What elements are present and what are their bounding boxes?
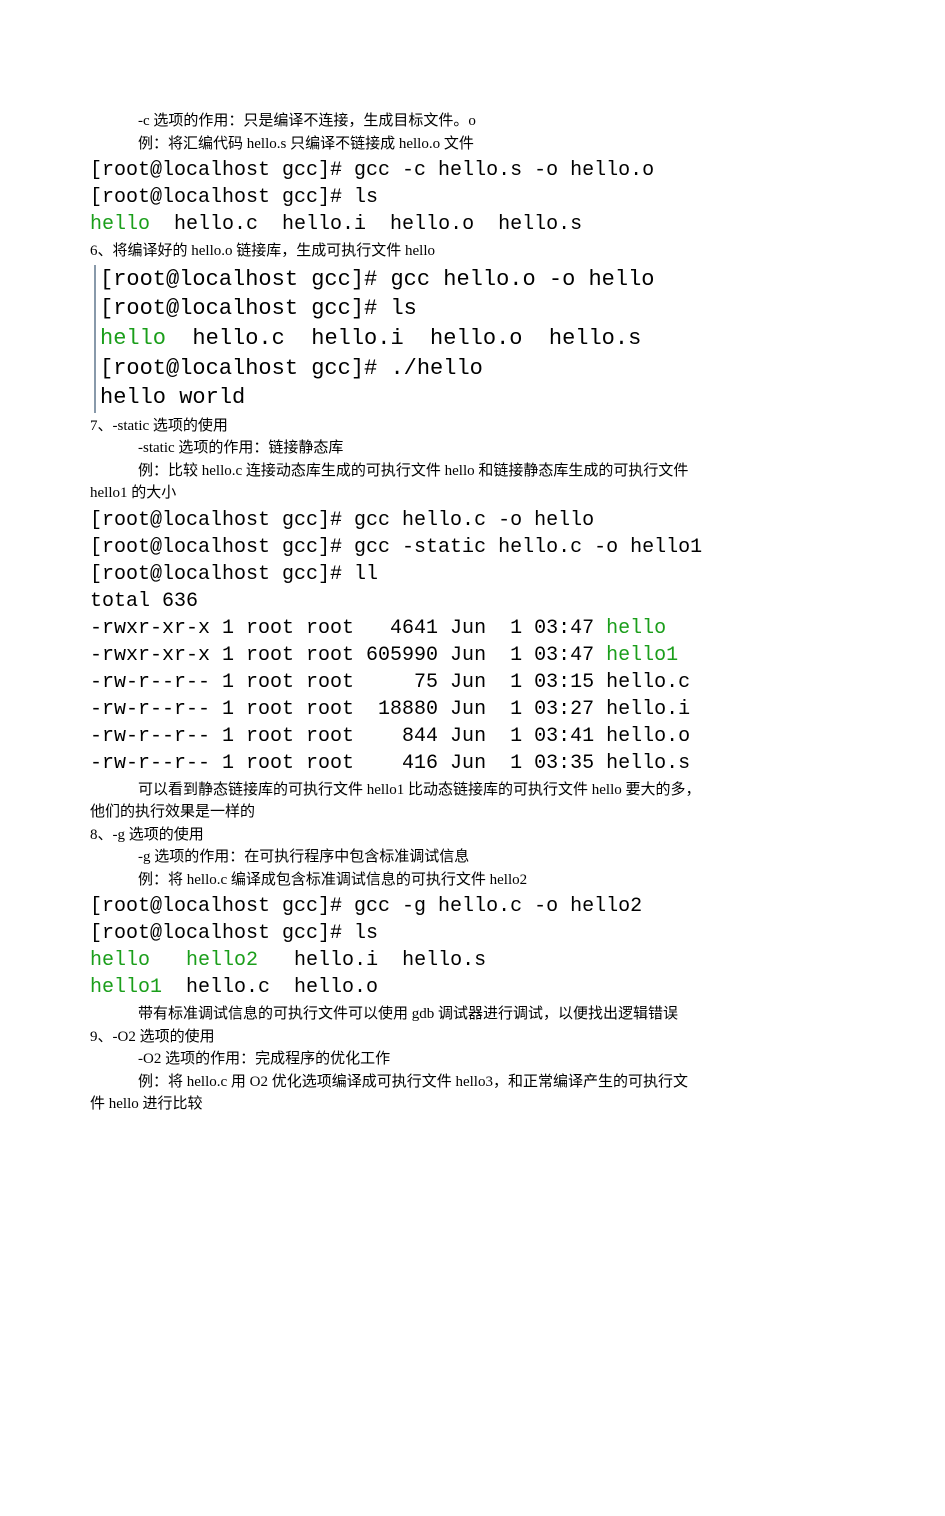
sec8-note: 带有标准调试信息的可执行文件可以使用 gdb 调试器进行调试，以便找出逻辑错误 (90, 1003, 855, 1026)
sec7-title: 7、-static 选项的使用 (90, 415, 855, 438)
sec6-title: 6、将编译好的 hello.o 链接库，生成可执行文件 hello (90, 240, 855, 263)
term-line: [root@localhost gcc]# gcc hello.c -o hel… (90, 509, 594, 532)
sec7-example-l1: 例：比较 hello.c 连接动态库生成的可执行文件 hello 和链接静态库生… (90, 460, 855, 483)
sec9-example-l2: 件 hello 进行比较 (90, 1093, 855, 1116)
file-hello: hello (90, 949, 150, 972)
term-line: [root@localhost gcc]# ./hello (100, 356, 483, 381)
term-line: [root@localhost gcc]# gcc -static hello.… (90, 536, 702, 559)
sec9-desc: -O2 选项的作用：完成程序的优化工作 (90, 1048, 855, 1071)
sec7-desc: -static 选项的作用：链接静态库 (90, 437, 855, 460)
ll-row: -rw-r--r-- 1 root root 416 Jun 1 03:35 h… (90, 752, 690, 775)
term-line: [root@localhost gcc]# ls (100, 296, 417, 321)
file-hello1: hello1 (90, 976, 162, 999)
term-line: [root@localhost gcc]# gcc -g hello.c -o … (90, 895, 642, 918)
ll-row: -rwxr-xr-x 1 root root 4641 Jun 1 03:47 (90, 617, 606, 640)
sec7-note-l2: 他们的执行效果是一样的 (90, 801, 855, 824)
file-hello2: hello2 (186, 949, 258, 972)
term-line: [root@localhost gcc]# gcc -c hello.s -o … (90, 159, 654, 182)
term-line: total 636 (90, 590, 198, 613)
file-list: hello.c hello.i hello.o hello.s (150, 213, 582, 236)
ll-row: -rw-r--r-- 1 root root 18880 Jun 1 03:27… (90, 698, 690, 721)
term-line: [root@localhost gcc]# ll (90, 563, 378, 586)
file-hello: hello (90, 213, 150, 236)
term-line: [root@localhost gcc]# ls (90, 922, 378, 945)
ll-row: -rw-r--r-- 1 root root 844 Jun 1 03:41 h… (90, 725, 690, 748)
ll-row: -rwxr-xr-x 1 root root 605990 Jun 1 03:4… (90, 644, 606, 667)
sec7-note-l1: 可以看到静态链接库的可执行文件 hello1 比动态链接库的可执行文件 hell… (90, 779, 855, 802)
file-list: hello.c hello.i hello.o hello.s (166, 326, 641, 351)
spacer (150, 949, 186, 972)
c-option-example: 例：将汇编代码 hello.s 只编译不链接成 hello.o 文件 (90, 133, 855, 156)
sec9-title: 9、-O2 选项的使用 (90, 1026, 855, 1049)
terminal-sec7: [root@localhost gcc]# gcc hello.c -o hel… (90, 507, 855, 777)
terminal-c-option: [root@localhost gcc]# gcc -c hello.s -o … (90, 157, 855, 238)
sec8-title: 8、-g 选项的使用 (90, 824, 855, 847)
terminal-sec8: [root@localhost gcc]# gcc -g hello.c -o … (90, 893, 855, 1001)
c-option-desc: -c 选项的作用：只是编译不连接，生成目标文件。o (90, 110, 855, 133)
file-hello: hello (606, 617, 666, 640)
file-hello1: hello1 (606, 644, 678, 667)
sec9-example-l1: 例：将 hello.c 用 O2 优化选项编译成可执行文件 hello3，和正常… (90, 1071, 855, 1094)
sec7-example-l2: hello1 的大小 (90, 482, 855, 505)
term-output: hello world (100, 385, 245, 410)
term-line: [root@localhost gcc]# ls (90, 186, 378, 209)
term-line: [root@localhost gcc]# gcc hello.o -o hel… (100, 267, 655, 292)
ll-row: -rw-r--r-- 1 root root 75 Jun 1 03:15 he… (90, 671, 690, 694)
file-list: hello.c hello.o (162, 976, 378, 999)
terminal-sec6: [root@localhost gcc]# gcc hello.o -o hel… (94, 265, 855, 413)
file-list: hello.i hello.s (258, 949, 486, 972)
sec8-desc: -g 选项的作用：在可执行程序中包含标准调试信息 (90, 846, 855, 869)
file-hello: hello (100, 326, 166, 351)
sec8-example: 例：将 hello.c 编译成包含标准调试信息的可执行文件 hello2 (90, 869, 855, 892)
